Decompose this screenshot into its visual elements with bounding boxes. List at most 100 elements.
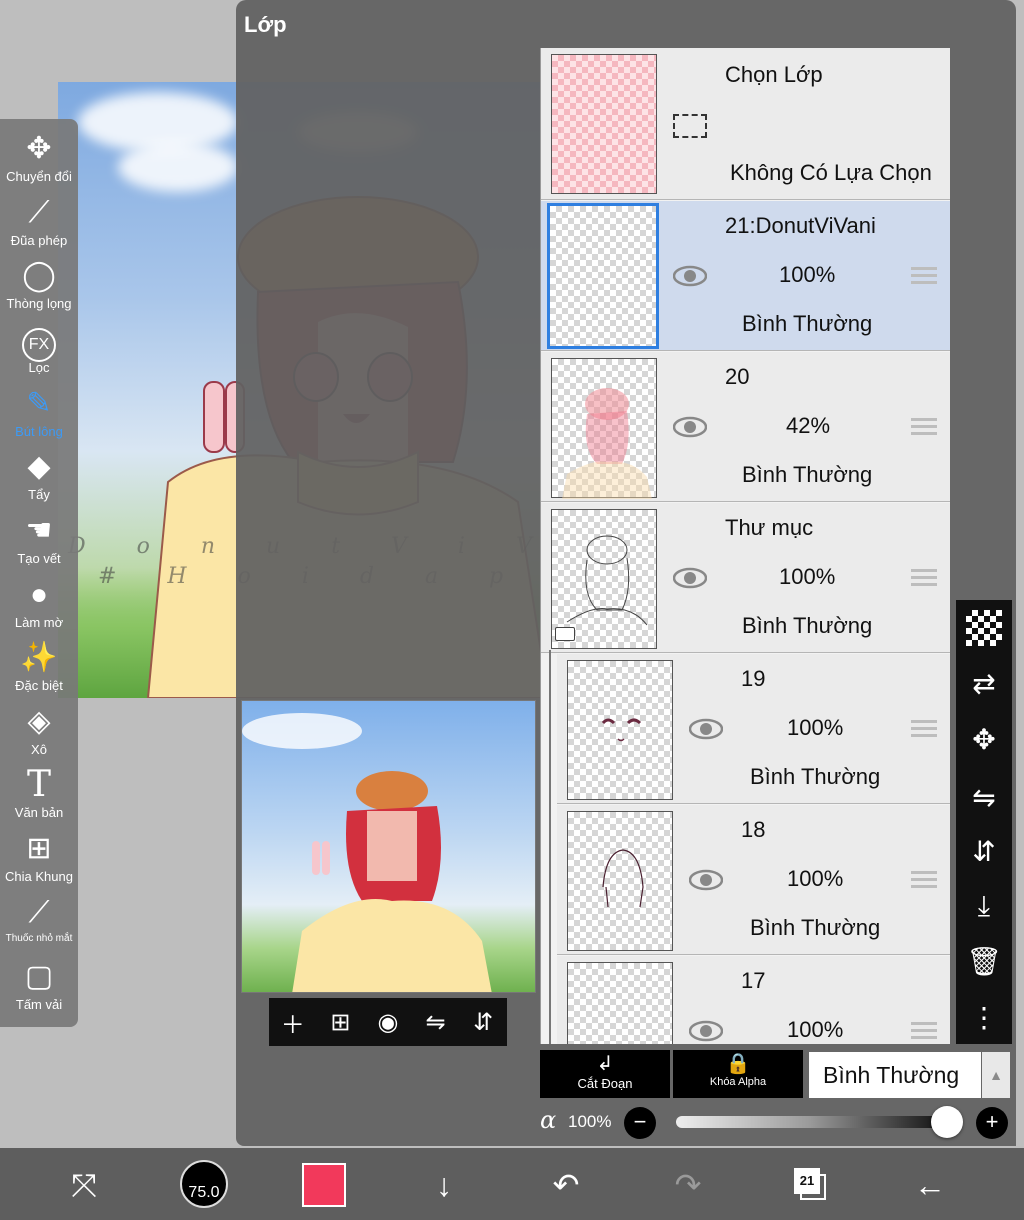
flip-horizontal-icon[interactable]: ⇋ [418,1008,454,1037]
tool-lasso[interactable]: ◯ Thòng lọng [0,256,78,318]
drag-handle-icon[interactable] [911,569,937,587]
undo-icon[interactable]: ↶ [542,1162,590,1208]
layer-blend-mode: Bình Thường [742,311,873,336]
merge-down-icon[interactable]: ⤓ [966,888,1002,924]
visibility-eye-icon[interactable] [689,1020,723,1042]
tool-label: Đặc biệt [15,678,63,693]
layer-row[interactable]: 21:DonutViVani 100% Bình Thường [541,201,950,351]
tool-label: Bút lông [15,424,63,439]
layer-folder-row[interactable]: Thư mục 100% Bình Thường [541,503,950,653]
tool-label: Chia Khung [5,869,73,884]
quick-tools-icon[interactable]: ⤧ [60,1162,108,1208]
brush-size-button[interactable]: 75.0 [180,1160,228,1208]
drag-handle-icon[interactable] [911,418,937,436]
tool-text[interactable]: T Văn bản [0,765,78,827]
layer-name: 17 [741,968,766,993]
tool-smudge[interactable]: ☚ Tạo vết [0,511,78,573]
flip-v-icon[interactable]: ⇵ [966,834,1002,870]
drag-handle-icon[interactable] [911,720,937,738]
layer-row[interactable]: 19 100% Bình Thường [557,654,950,804]
bottom-toolbar: ⤧ ↓ ↶ ↷ ← [0,1148,1024,1220]
swap-layers-icon[interactable]: ⇄ [966,666,1002,702]
visibility-eye-icon[interactable] [689,718,723,740]
lasso-icon: ◯ [22,259,56,292]
alpha-lock-button[interactable]: 🔒 Khóa Alpha [673,1050,803,1098]
opacity-slider[interactable] [676,1116,944,1128]
flip-vertical-icon[interactable]: ⇵ [465,1008,501,1037]
layer-thumbnail [547,203,659,349]
add-layer-icon[interactable]: ＋ [275,1005,311,1040]
layers-button[interactable]: 21 [792,1166,828,1202]
layer-opacity: 100% [787,866,844,891]
opacity-decrease-button[interactable]: − [624,1107,656,1139]
tool-blur[interactable]: ● Làm mờ [0,575,78,637]
layer-blend-mode: Bình Thường [742,462,873,487]
preview-action-bar: ＋ ⊞ ◉ ⇋ ⇵ [269,998,507,1046]
tool-canvas[interactable]: ▢ Tấm vải [0,957,78,1019]
flip-h-icon[interactable]: ⇋ [966,780,1002,816]
visibility-eye-icon[interactable] [673,567,707,589]
drag-handle-icon[interactable] [911,871,937,889]
back-arrow-icon[interactable]: ← [906,1162,954,1208]
layer-action-bar: ⇄ ✥ ⇋ ⇵ ⤓ 🗑 ⋮ [956,600,1012,1044]
layer-list[interactable]: Chọn Lớp Không Có Lựa Chọn 21:DonutViVan… [540,48,950,1044]
opacity-increase-button[interactable]: + [976,1107,1008,1139]
selection-status: Không Có Lựa Chọn [730,160,932,185]
lock-icon: 🔒 [725,1053,751,1075]
camera-icon[interactable]: ◉ [370,1008,406,1037]
blend-mode-select[interactable]: Bình Thường [809,1052,981,1098]
clipping-button[interactable]: ↲ Cắt Đoạn [540,1050,670,1098]
folder-tree-line [549,650,551,1044]
color-swatch[interactable] [302,1163,346,1207]
layer-row[interactable]: 17 100% [557,956,950,1044]
layer-name: 21:DonutViVani [725,213,876,238]
layer-name: 20 [725,364,750,389]
tool-frame-divider[interactable]: ⊞ Chia Khung [0,829,78,891]
layer-blend-mode: Bình Thường [750,915,881,940]
tool-label: Xô [31,742,47,757]
fx-filter-icon: FX [0,320,78,362]
tool-bucket[interactable]: ◈ Xô [0,702,78,764]
tool-magic-wand[interactable]: ⟋ Đũa phép [0,193,78,255]
special-sparkle-icon: ✨ [20,641,58,674]
trash-icon[interactable]: 🗑 [966,944,1002,980]
layer-thumbnail [551,358,657,499]
layer-thumbnail [567,660,673,800]
layer-name: Thư mục [725,515,814,540]
tool-label: Đũa phép [10,233,68,248]
tool-transform[interactable]: ✥ Chuyển đổi [0,129,78,191]
tool-filter[interactable]: FX Lọc [0,320,78,382]
visibility-eye-icon[interactable] [689,869,723,891]
tool-label: Tẩy [28,487,50,502]
tool-special[interactable]: ✨ Đặc biệt [0,638,78,700]
add-image-layer-icon[interactable]: ⊞ [322,1008,358,1037]
brush-icon: ✎ [26,387,52,420]
alpha-symbol: α [540,1106,557,1134]
eyedropper-icon: ⟋ [28,896,50,929]
download-arrow-icon[interactable]: ↓ [420,1162,468,1208]
layer-opacity: 42% [786,413,831,438]
selection-thumbnail [551,54,657,194]
drag-handle-icon[interactable] [911,1022,937,1040]
folder-icon [555,627,575,641]
layer-row[interactable]: 18 100% Bình Thường [557,805,950,955]
opacity-slider-knob[interactable] [931,1106,963,1138]
drag-handle-icon[interactable] [911,267,937,285]
selection-layer[interactable]: Chọn Lớp Không Có Lựa Chọn [541,48,950,200]
more-icon[interactable]: ⋮ [966,1000,1002,1036]
tool-label: Thuốc nhỏ mắt [5,933,73,944]
layer-row[interactable]: 20 42% Bình Thường [541,352,950,502]
magic-wand-icon: ⟋ [28,196,50,229]
tool-eyedropper[interactable]: ⟋ Thuốc nhỏ mắt [0,893,78,955]
checker-icon[interactable] [966,610,1002,646]
redo-icon[interactable]: ↷ [664,1162,712,1208]
canvas-preview[interactable] [241,700,536,993]
layer-name: 18 [741,817,766,842]
tool-brush[interactable]: ✎ Bút lông [0,384,78,446]
blend-mode-dropdown-icon[interactable]: ▲ [982,1052,1010,1098]
move-icon[interactable]: ✥ [966,722,1002,758]
layer-count: 21 [794,1168,820,1194]
visibility-eye-icon[interactable] [673,416,707,438]
visibility-eye-icon[interactable] [673,265,707,287]
tool-eraser[interactable]: ◆ Tẩy [0,447,78,509]
